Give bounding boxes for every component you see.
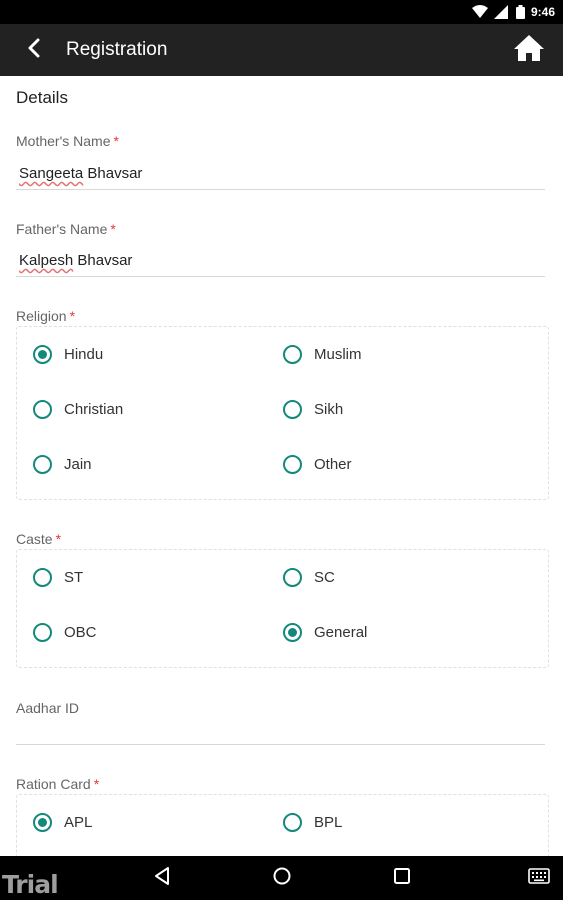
battery-icon xyxy=(515,5,525,19)
app-bar: Registration xyxy=(0,24,563,76)
required-mark: * xyxy=(69,308,76,324)
radio-circle-icon xyxy=(33,623,52,642)
registration-form: Details Mother's Name * Sangeeta Bhavsar … xyxy=(0,76,563,856)
radio-circle-icon xyxy=(33,455,52,474)
nav-recents-button[interactable] xyxy=(388,864,416,892)
mothers-name-input[interactable]: Sangeeta Bhavsar xyxy=(16,158,545,190)
religion-option-other[interactable]: Other xyxy=(283,455,352,474)
caste-option-obc[interactable]: OBC xyxy=(33,623,97,642)
radio-circle-icon xyxy=(283,455,302,474)
ration-card-label: Ration Card * xyxy=(16,776,100,792)
radio-circle-icon xyxy=(283,568,302,587)
required-mark: * xyxy=(113,133,119,149)
home-button[interactable] xyxy=(503,24,555,76)
nav-back-button[interactable] xyxy=(148,864,176,892)
religion-label: Religion * xyxy=(16,308,76,324)
nav-keyboard-button[interactable] xyxy=(525,864,553,892)
fathers-name-label: Father's Name * xyxy=(16,221,116,237)
system-nav-bar: Trial xyxy=(0,856,563,900)
caste-option-sc[interactable]: SC xyxy=(283,568,335,587)
ration-card-option-apl[interactable]: APL xyxy=(33,813,92,832)
radio-circle-icon xyxy=(283,400,302,419)
status-bar: 9:46 xyxy=(0,0,563,24)
page-title: Registration xyxy=(66,39,168,60)
home-icon xyxy=(513,34,545,67)
religion-option-muslim[interactable]: Muslim xyxy=(283,345,362,364)
back-button[interactable] xyxy=(8,24,60,76)
nav-home-button[interactable] xyxy=(268,864,296,892)
religion-option-hindu[interactable]: Hindu xyxy=(33,345,103,364)
section-title: Details xyxy=(16,88,68,107)
status-time: 9:46 xyxy=(530,5,555,19)
ration-card-radio-group: APL BPL xyxy=(16,794,549,856)
radio-circle-icon xyxy=(33,345,52,364)
caste-option-st[interactable]: ST xyxy=(33,568,83,587)
religion-option-sikh[interactable]: Sikh xyxy=(283,400,343,419)
radio-circle-icon xyxy=(33,568,52,587)
radio-circle-icon xyxy=(33,400,52,419)
caste-option-general[interactable]: General xyxy=(283,623,367,642)
trial-watermark: Trial xyxy=(2,870,59,899)
back-arrow-icon xyxy=(26,38,42,63)
caste-radio-group: ST SC OBC General xyxy=(16,549,549,668)
recents-square-icon xyxy=(393,867,411,890)
keyboard-icon xyxy=(528,867,550,889)
radio-circle-icon xyxy=(283,345,302,364)
mothers-name-label: Mother's Name * xyxy=(16,133,119,149)
fathers-name-input[interactable]: Kalpesh Bhavsar xyxy=(16,245,545,277)
home-circle-icon xyxy=(272,866,292,891)
signal-icon xyxy=(493,5,510,19)
back-triangle-icon xyxy=(153,866,171,891)
radio-circle-icon xyxy=(283,813,302,832)
ration-card-option-bpl[interactable]: BPL xyxy=(283,813,342,832)
wifi-icon xyxy=(471,5,488,19)
caste-label: Caste * xyxy=(16,531,62,547)
aadhar-id-input[interactable] xyxy=(16,713,545,745)
religion-option-christian[interactable]: Christian xyxy=(33,400,123,419)
radio-circle-icon xyxy=(283,623,302,642)
radio-circle-icon xyxy=(33,813,52,832)
required-mark: * xyxy=(110,221,116,237)
religion-option-jain[interactable]: Jain xyxy=(33,455,92,474)
required-mark: * xyxy=(55,531,62,547)
required-mark: * xyxy=(93,776,100,792)
religion-radio-group: Hindu Muslim Christian Sikh Jain Other xyxy=(16,326,549,500)
